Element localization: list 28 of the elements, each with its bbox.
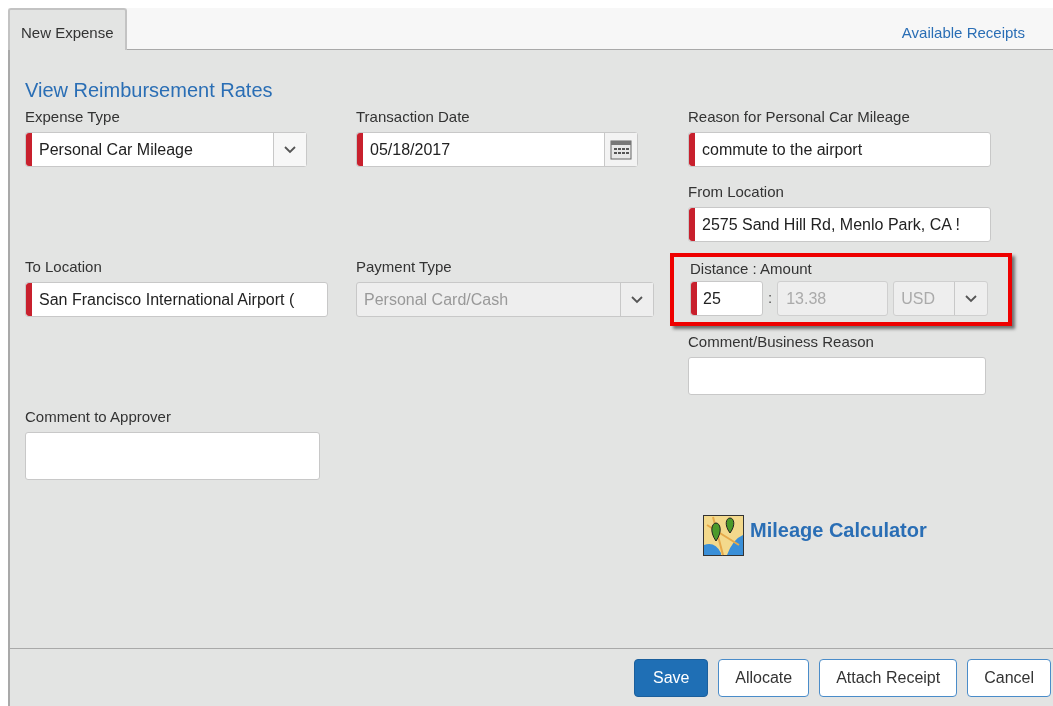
- action-button[interactable]: Cancel: [967, 658, 1051, 697]
- input-field[interactable]: [688, 357, 986, 395]
- input-field[interactable]: San Francisco International Airport (: [25, 282, 328, 317]
- field-label: Comment to Approver: [25, 408, 171, 426]
- amount-field: 13.38: [777, 281, 889, 316]
- dropdown-chevron-icon[interactable]: [273, 133, 306, 166]
- calendar-icon[interactable]: [604, 133, 637, 166]
- date-field[interactable]: 05/18/2017: [356, 132, 638, 167]
- field-label: Reason for Personal Car Mileage: [688, 108, 910, 126]
- field-label: Distance : Amount: [690, 260, 812, 278]
- map-icon[interactable]: [703, 515, 744, 556]
- tab[interactable]: New Expense: [8, 8, 127, 50]
- action-button[interactable]: Allocate: [718, 658, 810, 697]
- field-label: Comment/Business Reason: [688, 333, 874, 351]
- field-label: Payment Type: [356, 258, 452, 276]
- dropdown-field[interactable]: Personal Car Mileage: [25, 132, 307, 167]
- field-label: To Location: [25, 258, 102, 276]
- mileage-calculator-link[interactable]: Mileage Calculator: [750, 515, 927, 545]
- separator: :: [768, 288, 773, 309]
- input-field[interactable]: commute to the airport: [688, 132, 991, 167]
- field-label: Transaction Date: [356, 108, 470, 126]
- input-field[interactable]: 2575 Sand Hill Rd, Menlo Park, CA !: [688, 207, 991, 242]
- field-label: Expense Type: [25, 108, 120, 126]
- action-button[interactable]: Save: [634, 658, 709, 697]
- reimbursement-rates-link[interactable]: View Reimbursement Rates: [25, 78, 273, 108]
- field-label: From Location: [688, 183, 784, 201]
- action-button[interactable]: Attach Receipt: [819, 658, 958, 697]
- available-receipts-link[interactable]: Available Receipts: [901, 21, 1025, 44]
